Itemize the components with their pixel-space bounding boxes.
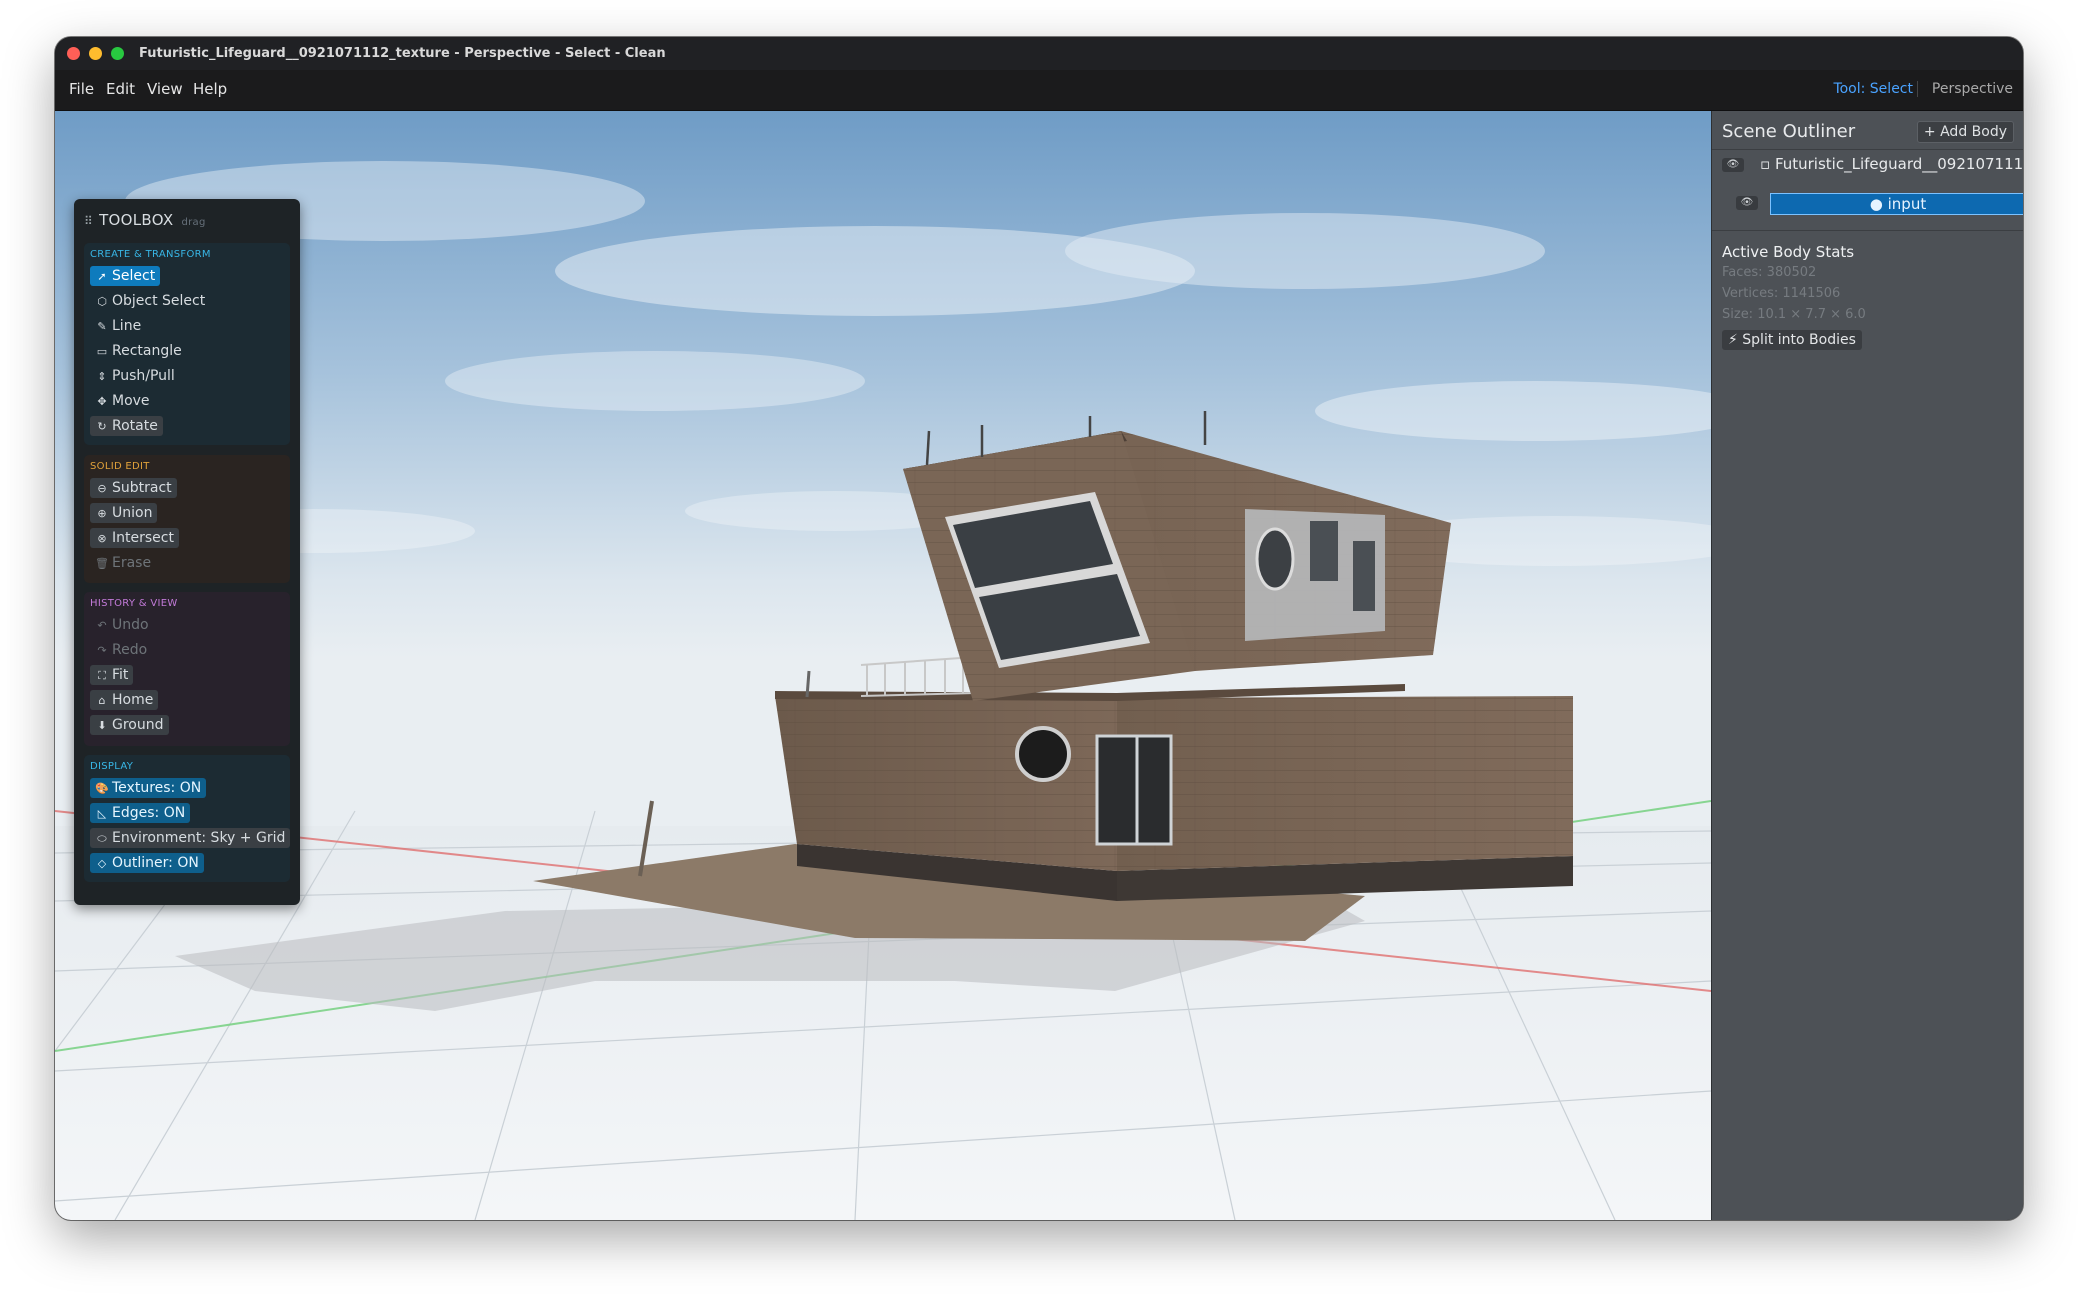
- ground-icon: ⬇: [97, 719, 107, 732]
- tool-rotate[interactable]: ↻ Rotate: [90, 416, 163, 436]
- tool-select[interactable]: ➚ Select: [90, 266, 161, 286]
- section-solid-edit: SOLID EDIT ⊖ Subtract ⊕ Union ⊗ Intersect 🗑…: [84, 455, 290, 583]
- tool-fit[interactable]: ⛶ Fit: [90, 665, 134, 685]
- outliner-title: Scene Outliner: [1722, 121, 1856, 142]
- tool-union[interactable]: ⊕ Union: [90, 503, 158, 523]
- menu-view[interactable]: View: [147, 80, 183, 98]
- section-display: DISPLAY 🎨 Textures: ON ◺ Edges: ON ⬭ Enviro…: [84, 755, 291, 882]
- minimize-window-button[interactable]: [89, 47, 102, 60]
- tool-home[interactable]: ⌂ Home: [90, 690, 159, 710]
- menu-file[interactable]: File: [69, 80, 94, 98]
- toggle-textures[interactable]: 🎨 Textures: ON: [90, 778, 207, 798]
- active-tool-indicator: Tool: Select: [1833, 81, 1913, 97]
- outliner-body-row[interactable]: ▫ Futuristic_Lifeguard__0921071112_: [1760, 155, 2022, 173]
- section-title: SOLID EDIT: [90, 461, 150, 472]
- eye-icon[interactable]: 👁: [1736, 196, 1758, 210]
- pencil-icon: ✎: [97, 320, 107, 333]
- toggle-outliner[interactable]: ◇ Outliner: ON: [90, 853, 204, 873]
- push-pull-icon: ⇕: [97, 370, 107, 383]
- divider: [1712, 149, 2023, 150]
- menu-edit[interactable]: Edit: [106, 80, 135, 98]
- drag-handle-icon[interactable]: ⠿: [84, 214, 93, 228]
- fit-icon: ⛶: [98, 669, 106, 682]
- scene-outliner-panel: Scene Outliner + Add Body 👁 ▫ Futuristic…: [1711, 111, 2023, 1220]
- cube-icon: ⬡: [97, 295, 107, 308]
- checkbox-icon[interactable]: ▫: [1760, 155, 1775, 173]
- rectangle-icon: ▭: [96, 345, 108, 358]
- stat-size: Size: 10.1 × 7.7 × 6.0: [1722, 307, 1866, 322]
- undo-icon: ↶: [97, 619, 107, 632]
- tool-push-pull[interactable]: ⇕ Push/Pull: [90, 366, 180, 386]
- rotate-icon: ↻: [97, 420, 107, 433]
- tool-subtract[interactable]: ⊖ Subtract: [90, 478, 177, 498]
- trash-icon: 🗑: [95, 557, 109, 570]
- stat-vertices: Vertices: 1141506: [1722, 286, 1841, 301]
- eye-icon[interactable]: 👁: [1722, 158, 1744, 172]
- section-title: CREATE & TRANSFORM: [90, 249, 211, 260]
- menu-help[interactable]: Help: [193, 80, 227, 98]
- section-title: HISTORY & VIEW: [90, 598, 178, 609]
- toggle-environment[interactable]: ⬭ Environment: Sky + Grid: [90, 828, 291, 848]
- close-window-button[interactable]: [67, 47, 80, 60]
- toolbox-title: TOOLBOX: [99, 211, 174, 229]
- maximize-window-button[interactable]: [111, 47, 124, 60]
- menu-bar: File Edit View Help Tool: Select Perspec…: [55, 70, 2023, 111]
- stat-faces: Faces: 380502: [1722, 265, 1817, 280]
- home-icon: ⌂: [98, 694, 106, 707]
- viewport-scene: [55, 111, 1711, 1220]
- body-name: Futuristic_Lifeguard__0921071112_: [1774, 155, 2022, 173]
- move-icon: ✥: [97, 395, 107, 408]
- section-create-transform: CREATE & TRANSFORM ➚ Select ⬡ Object Selec…: [84, 243, 290, 445]
- edges-icon: ◺: [97, 807, 107, 820]
- toggle-edges[interactable]: ◺ Edges: ON: [90, 803, 191, 823]
- toolbox-panel[interactable]: ⠿ TOOLBOX drag CREATE & TRANSFORM ➚ Select …: [74, 199, 300, 905]
- divider: [1712, 230, 2023, 231]
- cursor-icon: ➚: [97, 270, 107, 283]
- tool-intersect[interactable]: ⊗ Intersect: [90, 528, 179, 548]
- title-bar: Futuristic_Lifeguard__0921071112_texture…: [55, 37, 2023, 70]
- view-mode-indicator: Perspective: [1916, 81, 2013, 97]
- tool-object-select[interactable]: ⬡ Object Select: [90, 291, 210, 311]
- tool-ground[interactable]: ⬇ Ground: [90, 715, 169, 735]
- 3d-viewport[interactable]: ⠿ TOOLBOX drag CREATE & TRANSFORM ➚ Select …: [55, 111, 1711, 1220]
- app-window: Futuristic_Lifeguard__0921071112_texture…: [55, 37, 2023, 1220]
- active-body-stats-title: Active Body Stats: [1722, 243, 1855, 261]
- texture-icon: 🎨: [95, 782, 109, 795]
- section-history-view: HISTORY & VIEW ↶ Undo ↷ Redo ⛶ Fit ⌂ Home ⬇ G…: [84, 592, 290, 746]
- redo-icon: ↷: [97, 644, 107, 657]
- tool-rectangle[interactable]: ▭ Rectangle: [90, 341, 187, 361]
- tool-line[interactable]: ✎ Line: [90, 316, 146, 336]
- tool-redo[interactable]: ↷ Redo: [90, 640, 152, 660]
- tool-move[interactable]: ✥ Move: [90, 391, 155, 411]
- toolbox-header[interactable]: ⠿ TOOLBOX drag: [84, 211, 206, 229]
- model-porthole: [1015, 726, 1071, 782]
- split-into-bodies-button[interactable]: ⚡ Split into Bodies: [1722, 330, 1862, 350]
- tool-erase[interactable]: 🗑 Erase: [90, 553, 156, 573]
- lightning-icon: ⚡: [1728, 332, 1743, 348]
- union-icon: ⊕: [97, 507, 107, 520]
- intersect-icon: ⊗: [97, 532, 107, 545]
- outliner-icon: ◇: [97, 857, 107, 870]
- environment-icon: ⬭: [97, 832, 107, 845]
- window-title: Futuristic_Lifeguard__0921071112_texture…: [139, 46, 666, 61]
- add-body-button[interactable]: + Add Body: [1916, 121, 2014, 143]
- input-dot-icon: ●: [1869, 195, 1888, 213]
- tool-undo[interactable]: ↶ Undo: [90, 615, 154, 635]
- subtract-icon: ⊖: [97, 482, 107, 495]
- toolbox-drag-hint: drag: [181, 217, 206, 228]
- model-door: [1095, 734, 1173, 846]
- body-name-input[interactable]: ● input: [1770, 193, 2023, 215]
- section-title: DISPLAY: [90, 761, 134, 772]
